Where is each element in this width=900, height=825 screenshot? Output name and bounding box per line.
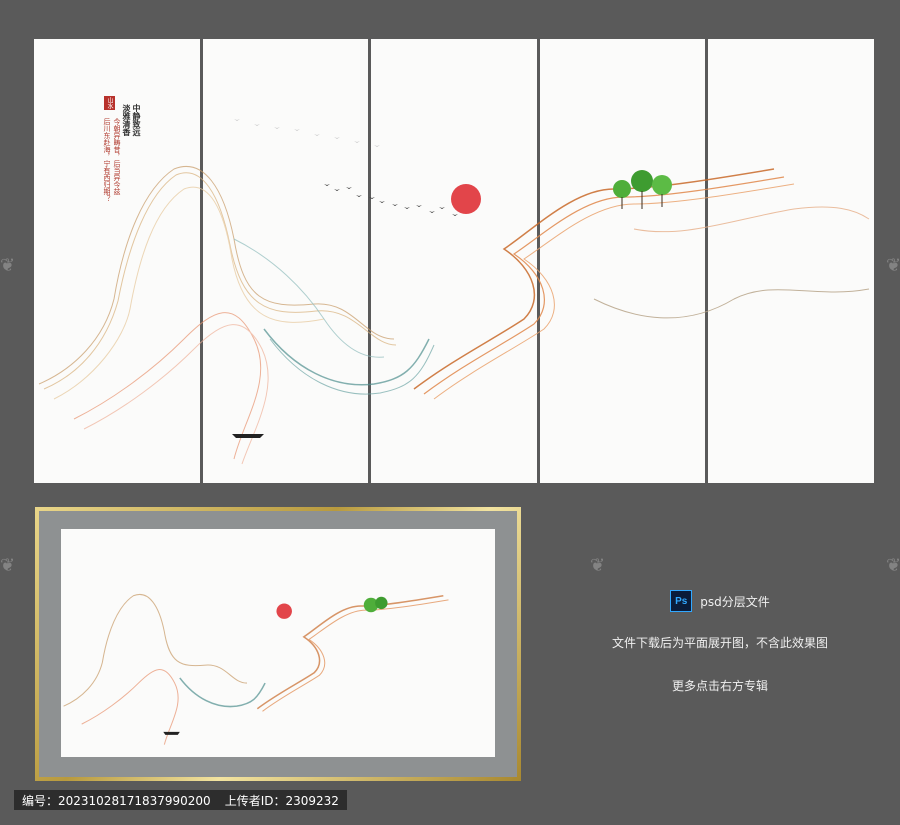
panel-2	[202, 39, 369, 483]
framed-artwork	[61, 529, 495, 757]
frame-mat	[39, 511, 517, 777]
framed-preview	[35, 507, 521, 781]
download-note: 文件下载后为平面展开图，不含此效果图	[611, 636, 828, 650]
album-link[interactable]: 更多点击右方专辑	[570, 677, 870, 694]
caption-bar: 编号：20231028171837990200 上传者ID：2309232	[14, 790, 347, 810]
seal-stamp: 山水	[104, 96, 115, 110]
poem-line-2: 后川东赴海，宁有西归期？	[103, 118, 111, 202]
poem-title: 中静致远	[132, 104, 142, 136]
five-panel-screen	[34, 39, 874, 483]
ps-row: Ps psd分层文件	[570, 590, 870, 612]
framed-landscape	[63, 593, 449, 745]
ps-label: psd分层文件	[700, 594, 770, 609]
panel-5	[708, 39, 874, 483]
watermark-icon: ❦	[0, 255, 16, 276]
watermark-icon: ❦	[590, 555, 606, 576]
poem-subtitle: 淡雅清香	[122, 104, 132, 136]
panel-1	[34, 39, 200, 483]
panel-3	[371, 39, 537, 483]
photoshop-icon: Ps	[670, 590, 693, 612]
watermark-icon: ❦	[0, 555, 16, 576]
poem-line-1: 今朝异畴昔，后当异今兹	[113, 118, 121, 195]
watermark-icon: ❦	[886, 555, 900, 576]
image-id: 编号：20231028171837990200	[22, 793, 211, 808]
info-panel: Ps psd分层文件 文件下载后为平面展开图，不含此效果图 更多点击右方专辑	[570, 590, 870, 720]
uploader-id: 上传者ID：2309232	[224, 793, 339, 808]
panel-4	[539, 39, 706, 483]
watermark-icon: ❦	[886, 255, 900, 276]
